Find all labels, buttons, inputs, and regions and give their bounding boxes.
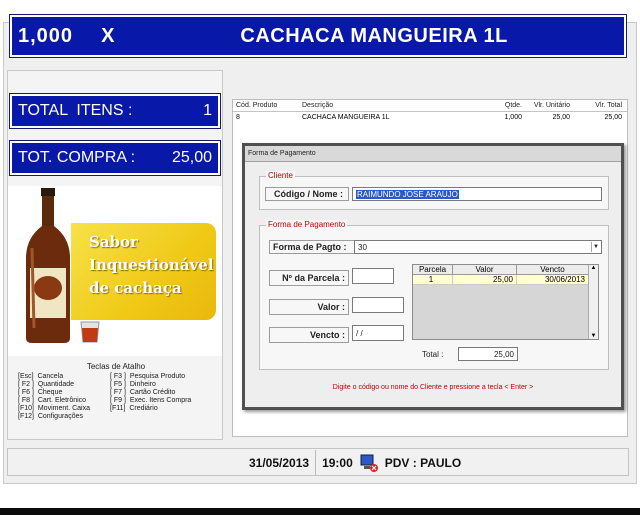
promo-line2: Inquestionável (89, 256, 214, 274)
installments-grid-header: Parcela Valor Vencto (413, 265, 598, 275)
parcel-field[interactable] (352, 268, 394, 284)
total-field: 25,00 (458, 347, 518, 361)
bottle-image (26, 188, 70, 343)
shortcut-keys-panel: Teclas de Atalho [Esc] Cancela [ F3 ] Pes… (18, 362, 214, 420)
bottom-bar (0, 508, 640, 515)
status-bar: 31/05/2013 19:00 PDV : PAULO (7, 448, 629, 476)
payment-dialog: Forma de Pagamento Cliente Código / Nome… (242, 143, 624, 410)
promo-image: Sabor Inquestionável de cachaça (8, 186, 222, 356)
payment-method-value: 30 (358, 242, 367, 252)
table-cell: 8 (236, 114, 240, 121)
payment-method-select[interactable]: 30 ▼ (354, 240, 602, 254)
items-column-header[interactable]: Vlr. Total (570, 102, 622, 109)
status-pdv: PDV : PAULO (384, 456, 462, 470)
promo-card: Sabor Inquestionável de cachaça (71, 223, 216, 320)
grid-column-header[interactable]: Vencto (517, 265, 589, 275)
shortcut-item (110, 413, 214, 420)
grid-scrollbar[interactable]: ▲ ▼ (588, 265, 598, 339)
items-table-header: Cód. Produto Descrição Qtde. Vlr. Unitário V… (233, 100, 627, 112)
current-item-banner: 1,000 X CACHACA MANGUEIRA 1L (9, 14, 627, 58)
scroll-up-icon[interactable]: ▲ (589, 265, 598, 271)
parcel-label: Nº da Parcela : (269, 270, 349, 286)
total-items-label: TOTAL ITENS : (18, 102, 133, 119)
client-value: RAIMUNDO JOSE ARAUJO (356, 189, 459, 199)
shortcut-item: [F11] Crediário (110, 405, 158, 412)
installment-row[interactable]: 1 25,00 30/06/2013 (413, 275, 598, 285)
installment-cell: 30/06/2013 (517, 275, 589, 285)
table-row[interactable]: 8 CACHACA MANGUEIRA 1L 1,000 25,00 25,00 (233, 112, 627, 123)
item-quantity: 1,000 (18, 24, 74, 47)
payment-group: Forma de Pagamento Forma de Pagto : 30 ▼… (259, 220, 609, 370)
total-label: Total : (422, 350, 444, 359)
client-field[interactable]: RAIMUNDO JOSE ARAUJO (352, 187, 602, 201)
total-purchase-label: TOT. COMPRA : (18, 149, 136, 166)
client-label: Código / Nome : (265, 187, 349, 201)
items-column-header[interactable]: Vlr. Unitário (522, 102, 570, 109)
scroll-down-icon[interactable]: ▼ (589, 333, 598, 339)
shortcut-item: [ F3 ] Pesquisa Produto (110, 373, 186, 380)
table-cell: 25,00 (604, 114, 622, 121)
table-cell: 25,00 (552, 114, 570, 121)
payment-method-label: Forma de Pagto : (269, 240, 355, 254)
user-pc-icon (360, 454, 378, 472)
installment-cell: 25,00 (453, 275, 517, 285)
value-label: Valor : (269, 299, 349, 315)
installments-grid[interactable]: Parcela Valor Vencto 1 25,00 30/06/2013 ▲ ▼ (412, 264, 599, 340)
items-column-header[interactable]: Cód. Produto (236, 102, 302, 109)
shortcut-list: [Esc] Cancela [ F3 ] Pesquisa Produto [ F2… (18, 373, 214, 420)
grid-column-header[interactable]: Valor (453, 265, 517, 275)
shortcut-item: [ F5 ] Dinheiro (110, 381, 156, 388)
shortcut-item: [Esc] Cancela (18, 373, 64, 380)
shortcut-item: [ F2 ] Quantidade (18, 381, 75, 388)
items-column-header[interactable]: Descrição (302, 102, 488, 109)
table-cell: CACHACA MANGUEIRA 1L (302, 114, 390, 121)
shortcuts-title: Teclas de Atalho (83, 362, 149, 371)
due-date-label: Vencto : (269, 327, 349, 343)
glass-image (80, 321, 100, 343)
shortcut-item: [ F8 ] Cart. Eletrônico (18, 397, 87, 404)
dialog-hint: Digite o código ou nome do Cliente e pre… (332, 384, 534, 391)
due-date-field[interactable]: / / (352, 325, 404, 341)
grid-column-header[interactable]: Parcela (413, 265, 453, 275)
table-cell: 1,000 (504, 114, 522, 121)
client-group-label: Cliente (266, 171, 295, 180)
status-date: 31/05/2013 (249, 456, 310, 470)
total-items-box: TOTAL ITENS : 1 (9, 93, 221, 129)
status-divider (315, 450, 317, 476)
chevron-down-icon[interactable]: ▼ (591, 242, 600, 252)
status-time: 19:00 (322, 456, 353, 470)
installments-grid-body: 1 25,00 30/06/2013 (413, 275, 598, 285)
dialog-title: Forma de Pagamento (245, 146, 621, 162)
total-items-value: 1 (203, 102, 212, 119)
items-column-header[interactable]: Qtde. (488, 102, 522, 109)
shortcut-item: [ F6 ] Cheque (18, 389, 63, 396)
payment-group-label: Forma de Pagamento (266, 220, 348, 229)
items-table-body: 8 CACHACA MANGUEIRA 1L 1,000 25,00 25,00 (233, 112, 627, 123)
promo-line1: Sabor (89, 233, 138, 251)
value-field[interactable] (352, 297, 404, 313)
shortcut-item: [F12] Configurações (18, 413, 83, 420)
total-purchase-value: 25,00 (171, 149, 212, 166)
product-name: CACHACA MANGUEIRA 1L (240, 24, 508, 47)
multiply-sign: X (101, 24, 115, 47)
total-purchase-box: TOT. COMPRA : 25,00 (9, 140, 221, 176)
shortcut-item: [F10] Moviment. Caixa (18, 405, 90, 412)
installment-cell: 1 (413, 275, 453, 285)
client-group: Cliente Código / Nome : RAIMUNDO JOSE AR… (259, 171, 609, 210)
shortcut-item: [ F9 ] Exec. Itens Compra (110, 397, 192, 404)
shortcut-item: [ F7 ] Cartão Crédito (110, 389, 176, 396)
promo-line3: de cachaça (89, 279, 182, 297)
